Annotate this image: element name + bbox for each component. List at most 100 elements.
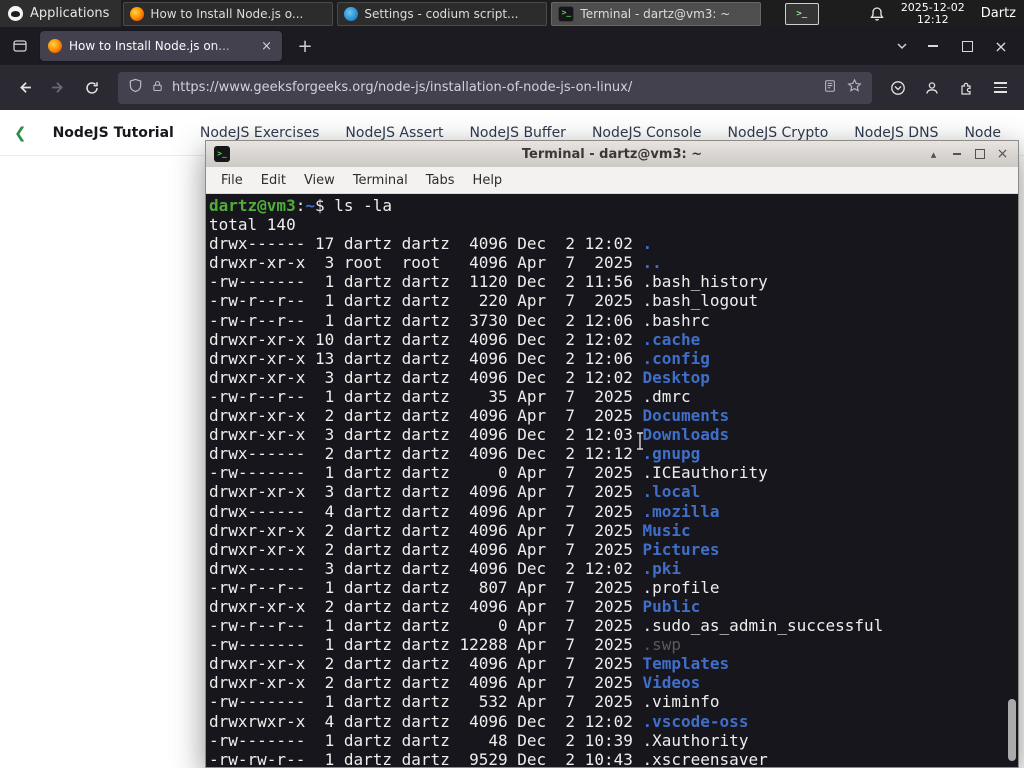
taskbar-window-terminal[interactable]: >_ Terminal - dartz@vm3: ~ [551,1,762,26]
gfg-nav-item[interactable]: NodeJS DNS [854,125,938,141]
xfce-logo-icon [8,6,23,21]
terminal-line: drwxr-xr-x 3 dartz dartz 4096 Dec 2 12:0… [209,425,730,445]
menu-file[interactable]: File [212,170,252,191]
terminal-line: -rw-r--r-- 1 dartz dartz 220 Apr 7 2025 … [209,291,759,311]
terminal-line: -rw------- 1 dartz dartz 12288 Apr 7 202… [209,635,682,655]
nav-scroll-left-icon[interactable]: ❮ [14,124,27,142]
gfg-nav-item[interactable]: NodeJS Buffer [469,125,566,141]
terminal-line: -rw-r--r-- 1 dartz dartz 0 Apr 7 2025 .s… [209,616,884,636]
terminal-minimize-button[interactable] [945,143,968,165]
forward-button[interactable] [42,73,74,103]
terminal-line: drwxr-xr-x 2 dartz dartz 4096 Apr 7 2025… [209,406,730,426]
terminal-line: -rw------- 1 dartz dartz 532 Apr 7 2025 … [209,692,720,712]
reload-button[interactable] [76,73,108,103]
tab-close-icon[interactable]: × [259,39,274,54]
menu-tabs[interactable]: Tabs [417,170,464,191]
reader-mode-icon[interactable] [823,78,837,97]
user-label: Dartz [980,6,1016,21]
terminal-line: drwxr-xr-x 2 dartz dartz 4096 Apr 7 2025… [209,596,701,616]
window-close-button[interactable]: × [984,31,1018,61]
window-maximize-button[interactable] [950,31,984,61]
terminal-line: drwxr-xr-x 13 dartz dartz 4096 Dec 2 12:… [209,348,710,368]
menu-view[interactable]: View [295,170,344,191]
clock-date: 2025-12-02 [900,0,965,14]
terminal-title: Terminal - dartz@vm3: ~ [521,146,703,162]
firefox-view-icon[interactable] [6,32,34,60]
url-text: https://www.geeksforgeeks.org/node-js/in… [172,80,633,95]
terminal-line: drwx------ 4 dartz dartz 4096 Apr 7 2025… [209,501,720,521]
terminal-output[interactable]: dartz@vm3:~$ ls -la total 140 drwx------ 1… [206,194,1018,767]
screen: Applications How to Install Node.js o...… [0,0,1024,768]
gfg-nav-item[interactable]: NodeJS Crypto [728,125,829,141]
terminal-line: dartz@vm3:~$ ls -la [209,196,393,215]
terminal-shade-button[interactable]: ▴ [922,143,945,165]
terminal-line: drwx------ 17 dartz dartz 4096 Dec 2 12:… [209,234,653,254]
terminal-line: -rw-rw-r-- 1 dartz dartz 9529 Dec 2 10:4… [209,749,768,767]
terminal-scrollbar-thumb[interactable] [1008,699,1016,761]
gfg-nav-item[interactable]: Node [964,125,1001,141]
terminal-icon: >_ [558,5,575,22]
gfg-nav-item[interactable]: NodeJS Tutorial [53,125,174,141]
terminal-maximize-button[interactable] [968,143,991,165]
applications-label: Applications [30,6,110,21]
terminal-line: -rw------- 1 dartz dartz 1120 Dec 2 11:5… [209,272,768,292]
terminal-line: -rw-r--r-- 1 dartz dartz 35 Apr 7 2025 .… [209,386,691,406]
menu-help[interactable]: Help [464,170,512,191]
menu-terminal[interactable]: Terminal [344,170,417,191]
tray-terminal-icon[interactable]: >_ [784,2,819,25]
applications-menu-button[interactable]: Applications [0,0,122,27]
clock[interactable]: 2025-12-02 12:12 [900,0,965,26]
tracking-shield-icon[interactable] [128,78,143,97]
terminal-app-icon: >_ [214,146,230,162]
window-minimize-button[interactable] [916,31,950,61]
gfg-nav-item[interactable]: NodeJS Console [592,125,702,141]
taskbar: Applications How to Install Node.js o...… [0,0,1024,27]
terminal-line: drwx------ 3 dartz dartz 4096 Dec 2 12:0… [209,558,682,578]
tab-title: How to Install Node.js on... [69,39,230,53]
lock-icon[interactable] [151,78,164,97]
account-icon[interactable] [916,73,948,103]
extensions-puzzle-icon[interactable] [950,73,982,103]
terminal-line: drwxr-xr-x 2 dartz dartz 4096 Apr 7 2025… [209,673,701,693]
menu-edit[interactable]: Edit [252,170,295,191]
terminal-line: drwxr-xr-x 3 dartz dartz 4096 Apr 7 2025… [209,482,701,502]
gfg-nav-item[interactable]: NodeJS Assert [345,125,443,141]
new-tab-button[interactable]: + [292,36,318,57]
tab-bar: How to Install Node.js on... × + × [0,27,1024,65]
bookmark-star-icon[interactable] [847,78,862,97]
gfg-nav-item[interactable]: NodeJS Exercises [200,125,320,141]
taskbar-window-firefox[interactable]: How to Install Node.js o... [123,1,334,26]
terminal-close-button[interactable]: × [991,143,1014,165]
terminal-line: drwxr-xr-x 2 dartz dartz 4096 Apr 7 2025… [209,520,691,540]
terminal-titlebar[interactable]: >_ Terminal - dartz@vm3: ~ ▴ × [206,141,1018,167]
system-tray: >_ 2025-12-02 12:12 Dartz [784,0,1024,26]
firefox-icon [130,6,145,21]
terminal-line: -rw------- 1 dartz dartz 0 Apr 7 2025 .I… [209,463,768,483]
toolbar-right-icons [882,73,1016,103]
mouse-cursor [635,432,645,450]
list-all-tabs-icon[interactable] [888,39,916,53]
terminal-line: drwxr-xr-x 10 dartz dartz 4096 Dec 2 12:… [209,329,701,349]
terminal-line: -rw-r--r-- 1 dartz dartz 807 Apr 7 2025 … [209,577,720,597]
back-button[interactable] [8,73,40,103]
terminal-line: drwxr-xr-x 2 dartz dartz 4096 Apr 7 2025… [209,539,720,559]
terminal-line: drwxr-xr-x 3 dartz dartz 4096 Dec 2 12:0… [209,367,710,387]
terminal-line: -rw------- 1 dartz dartz 48 Dec 2 10:39 … [209,730,749,750]
menu-hamburger-icon[interactable] [984,73,1016,103]
terminal-line: -rw-r--r-- 1 dartz dartz 3730 Dec 2 12:0… [209,310,710,330]
terminal-line: drwxrwxr-x 4 dartz dartz 4096 Dec 2 12:0… [209,711,749,731]
terminal-menubar: File Edit View Terminal Tabs Help [206,167,1018,194]
pocket-icon[interactable] [882,73,914,103]
url-bar[interactable]: https://www.geeksforgeeks.org/node-js/in… [118,71,872,104]
tab-favicon [48,39,62,53]
taskbar-window-codium[interactable]: Settings - codium script... [337,1,548,26]
navigation-toolbar: https://www.geeksforgeeks.org/node-js/in… [0,65,1024,110]
notification-bell-icon[interactable] [869,6,885,22]
terminal-line: total 140 [209,215,296,235]
terminal-line: drwxr-xr-x 3 root root 4096 Apr 7 2025 .… [209,253,662,273]
terminal-line: drwxr-xr-x 2 dartz dartz 4096 Apr 7 2025… [209,654,730,674]
terminal-line: drwx------ 2 dartz dartz 4096 Dec 2 12:1… [209,444,701,464]
browser-tab[interactable]: How to Install Node.js on... × [40,31,282,61]
codium-icon [344,6,359,21]
terminal-window: >_ Terminal - dartz@vm3: ~ ▴ × File Edit… [205,140,1019,768]
